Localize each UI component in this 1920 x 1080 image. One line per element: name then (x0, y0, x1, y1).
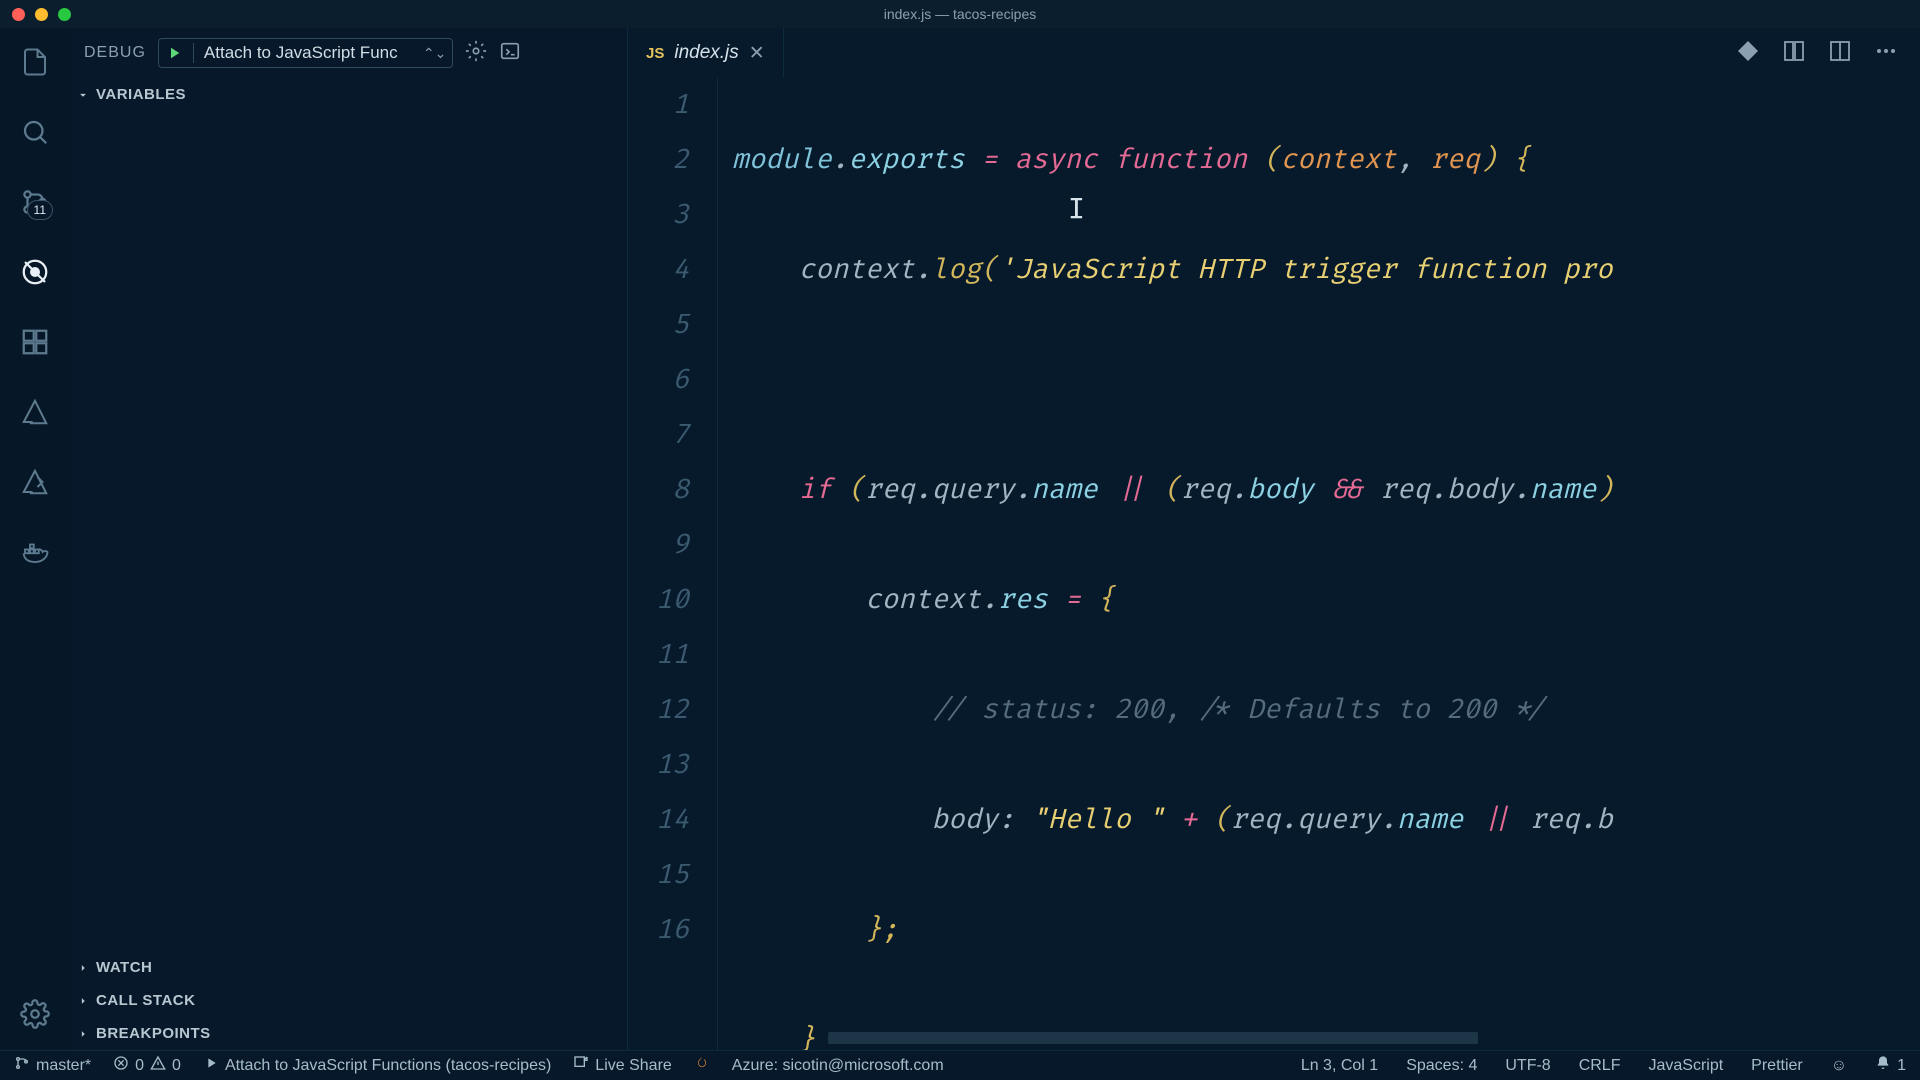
branch-name: master* (36, 1057, 91, 1075)
launch-config-selector[interactable]: Attach to JavaScript Func ⌃⌄ (158, 38, 453, 68)
close-window-button[interactable] (12, 8, 25, 21)
formatter-status[interactable]: Prettier (1751, 1057, 1803, 1075)
docker-icon[interactable] (19, 536, 51, 568)
warning-icon (150, 1055, 166, 1076)
status-bar: master* 0 0 Attach to JavaScript Functio… (0, 1050, 1920, 1080)
chevron-updown-icon: ⌃⌄ (423, 45, 446, 62)
chevron-right-icon (76, 1027, 90, 1041)
eol-status[interactable]: CRLF (1579, 1057, 1621, 1075)
notifications-button[interactable]: 1 (1875, 1055, 1906, 1076)
code-editor[interactable]: 12345678910111213141516 module.exports =… (628, 78, 1920, 1050)
encoding-status[interactable]: UTF-8 (1505, 1057, 1550, 1075)
editor-actions (1736, 39, 1920, 68)
window-title: index.js — tacos-recipes (884, 6, 1037, 22)
split-editor-icon[interactable] (1828, 39, 1852, 68)
debug-icon[interactable] (19, 256, 51, 288)
launch-text: Attach to JavaScript Functions (tacos-re… (225, 1057, 551, 1075)
callstack-panel-title: CALL STACK (96, 992, 195, 1009)
branch-icon (14, 1055, 30, 1076)
liveshare-status[interactable]: Live Share (573, 1055, 672, 1076)
error-count: 0 (135, 1057, 144, 1075)
debug-sidebar: DEBUG Attach to JavaScript Func ⌃⌄ VARIA… (70, 28, 628, 1050)
variables-panel-body (70, 111, 627, 951)
git-branch-status[interactable]: master* (14, 1055, 91, 1076)
search-icon[interactable] (19, 116, 51, 148)
tab-filename: index.js (674, 42, 738, 64)
chevron-right-icon (76, 961, 90, 975)
settings-gear-icon[interactable] (19, 998, 51, 1030)
breakpoints-panel-header[interactable]: BREAKPOINTS (70, 1017, 627, 1050)
launch-status[interactable]: Attach to JavaScript Functions (tacos-re… (203, 1055, 551, 1076)
watch-panel-title: WATCH (96, 959, 152, 976)
debug-settings-gear-icon[interactable] (465, 40, 487, 67)
maximize-window-button[interactable] (58, 8, 71, 21)
error-icon (113, 1055, 129, 1076)
azure-account-status[interactable]: Azure: sicotin@microsoft.com (732, 1057, 944, 1075)
debug-toolbar: DEBUG Attach to JavaScript Func ⌃⌄ (70, 28, 627, 78)
liveshare-status-icon (573, 1055, 589, 1076)
line-gutter: 12345678910111213141516 (628, 78, 718, 1050)
chevron-right-icon (76, 994, 90, 1008)
titlebar: index.js — tacos-recipes (0, 0, 1920, 28)
indentation-status[interactable]: Spaces: 4 (1406, 1057, 1477, 1075)
bell-icon (1875, 1055, 1891, 1076)
close-tab-button[interactable]: ✕ (749, 42, 765, 65)
flame-icon (694, 1055, 710, 1076)
variables-panel-header[interactable]: VARIABLES (70, 78, 627, 111)
main-area: 11 DEBUG Attach to JavaScript F (0, 28, 1920, 1050)
variables-panel-title: VARIABLES (96, 86, 186, 103)
more-actions-icon[interactable] (1874, 39, 1898, 68)
source-control-icon[interactable]: 11 (19, 186, 51, 218)
chevron-down-icon (76, 88, 90, 102)
launch-config-name: Attach to JavaScript Func (193, 43, 413, 63)
code-content[interactable]: module.exports = async function (context… (718, 78, 1920, 1050)
watch-panel-header[interactable]: WATCH (70, 951, 627, 984)
liveshare-text: Live Share (595, 1057, 672, 1075)
callstack-panel-header[interactable]: CALL STACK (70, 984, 627, 1017)
language-mode[interactable]: JavaScript (1648, 1057, 1723, 1075)
color-theme-icon[interactable] (1736, 39, 1760, 68)
tab-bar: JS index.js ✕ (628, 28, 1920, 78)
minimize-window-button[interactable] (35, 8, 48, 21)
liveshare-icon[interactable] (19, 466, 51, 498)
play-icon (203, 1055, 219, 1076)
cursor-position[interactable]: Ln 3, Col 1 (1301, 1057, 1378, 1075)
horizontal-scrollbar[interactable] (828, 1032, 1478, 1044)
debug-console-icon[interactable] (499, 40, 521, 67)
tab-index-js[interactable]: JS index.js ✕ (628, 28, 784, 78)
warning-count: 0 (172, 1057, 181, 1075)
start-debug-button[interactable] (165, 44, 183, 62)
azure-functions-status[interactable] (694, 1055, 710, 1076)
azure-text: Azure: sicotin@microsoft.com (732, 1057, 944, 1075)
problems-status[interactable]: 0 0 (113, 1055, 181, 1076)
diff-icon[interactable] (1782, 39, 1806, 68)
breakpoints-panel-title: BREAKPOINTS (96, 1025, 211, 1042)
extensions-icon[interactable] (19, 326, 51, 358)
explorer-icon[interactable] (19, 46, 51, 78)
editor-group: JS index.js ✕ 12345678910111213141516 mo… (628, 28, 1920, 1050)
scm-badge: 11 (27, 200, 53, 220)
feedback-icon[interactable]: ☺ (1831, 1057, 1847, 1075)
azure-icon[interactable] (19, 396, 51, 428)
js-file-icon: JS (646, 45, 664, 62)
activity-bar: 11 (0, 28, 70, 1050)
window-controls (12, 8, 71, 21)
text-cursor: 𝙸 (1068, 196, 1085, 224)
notification-count: 1 (1897, 1057, 1906, 1075)
debug-label: DEBUG (84, 44, 146, 62)
